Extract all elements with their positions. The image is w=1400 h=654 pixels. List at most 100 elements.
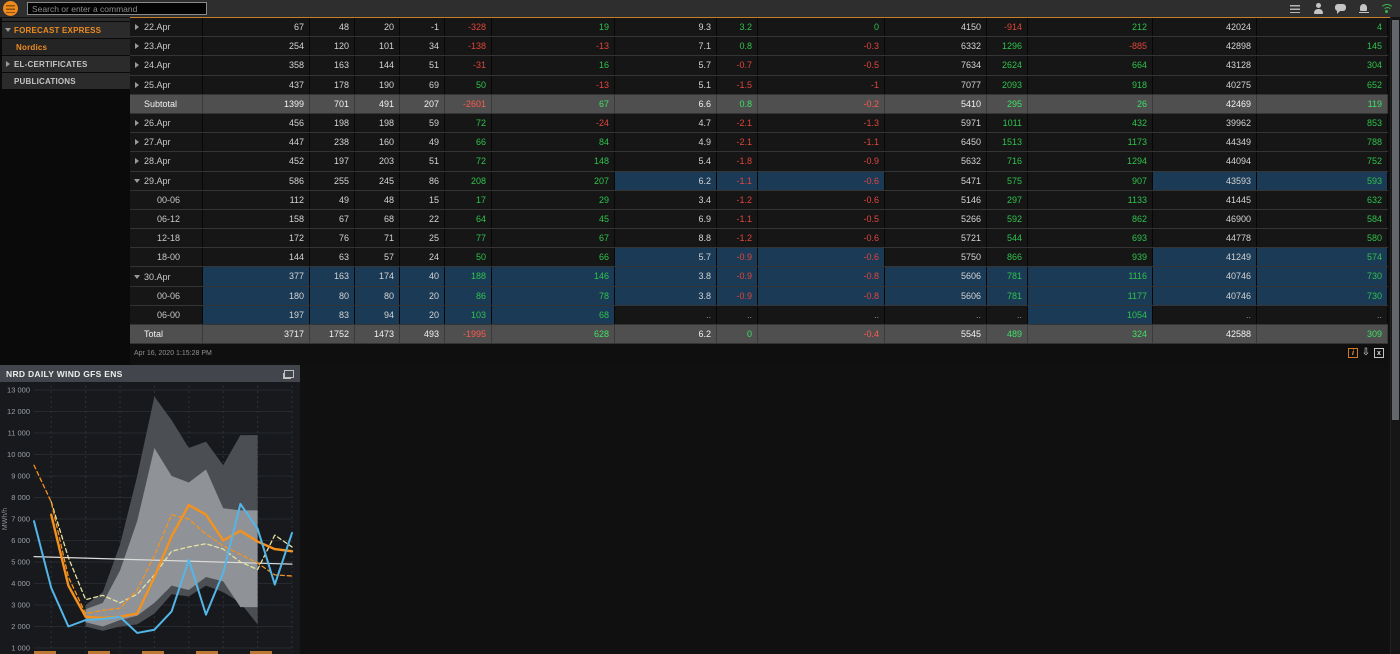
sidebar-item-el-certificates[interactable]: EL-CERTIFICATES <box>2 56 131 73</box>
table-cell: -0.5 <box>758 56 885 74</box>
table-cell: 144 <box>355 56 400 74</box>
chat-icon[interactable] <box>1334 2 1348 15</box>
table-row[interactable]: 23.Apr25412010134-138-137.10.8-0.3633212… <box>130 37 1388 56</box>
chevron-down-icon[interactable] <box>130 179 144 183</box>
popout-icon[interactable] <box>284 370 294 378</box>
notifications-icon[interactable] <box>1357 2 1371 15</box>
table-cell: 752 <box>1257 152 1388 170</box>
table-cell: -1.8 <box>717 152 758 170</box>
table-cell: .. <box>1153 306 1257 324</box>
row-label: 28.Apr <box>130 152 203 170</box>
chevron-down-icon[interactable] <box>130 275 144 279</box>
user-icon[interactable] <box>1311 2 1325 15</box>
row-label: 23.Apr <box>130 37 203 55</box>
chevron-right-icon[interactable] <box>130 139 144 145</box>
wifi-icon[interactable] <box>1380 2 1394 15</box>
table-cell: 324 <box>1028 325 1153 343</box>
table-cell: 39962 <box>1153 114 1257 132</box>
menu-icon[interactable] <box>1288 2 1302 15</box>
table-row[interactable]: 28.Apr45219720351721485.4-1.8-0.95632716… <box>130 152 1388 171</box>
table-row[interactable]: 25.Apr4371781906950-135.1-1.5-1707720939… <box>130 76 1388 95</box>
sidebar-item-nordics[interactable]: Nordics <box>2 39 131 56</box>
table-cell: 489 <box>987 325 1028 343</box>
svg-text:8 000: 8 000 <box>11 493 30 502</box>
table-cell: 632 <box>1257 191 1388 209</box>
info-icon[interactable]: i <box>1348 348 1358 358</box>
table-cell: 48 <box>355 191 400 209</box>
table-row[interactable]: 27.Apr4472381604966844.9-2.1-1.164501513… <box>130 133 1388 152</box>
table-row[interactable]: Total371717521473493-19956286.20-0.45545… <box>130 325 1388 344</box>
table-cell: 730 <box>1257 267 1388 285</box>
row-label: 22.Apr <box>130 18 203 36</box>
chevron-right-icon[interactable] <box>130 62 144 68</box>
excel-export-icon[interactable]: x <box>1374 348 1384 358</box>
table-cell: 1011 <box>987 114 1028 132</box>
table-cell: 716 <box>987 152 1028 170</box>
table-row[interactable]: Subtotal1399701491207-2601676.60.8-0.254… <box>130 95 1388 114</box>
table-row[interactable]: 26.Apr4561981985972-244.7-2.1-1.35971101… <box>130 114 1388 133</box>
table-cell: 0 <box>717 325 758 343</box>
table-cell: -1995 <box>445 325 492 343</box>
table-cell: 146 <box>492 267 615 285</box>
table-cell: 80 <box>355 287 400 305</box>
table-cell: 853 <box>1257 114 1388 132</box>
table-row[interactable]: 06-0019783942010368..........1054.... <box>130 306 1388 325</box>
chevron-down-icon[interactable] <box>2 28 14 32</box>
table-cell: 20 <box>355 18 400 36</box>
svg-text:2 000: 2 000 <box>11 622 30 631</box>
table-cell: 86 <box>445 287 492 305</box>
table-cell: 297 <box>987 191 1028 209</box>
table-cell: 1054 <box>1028 306 1153 324</box>
table-row[interactable]: 00-0611249481517293.4-1.2-0.651462971133… <box>130 191 1388 210</box>
table-cell: 29 <box>492 191 615 209</box>
vertical-scrollbar[interactable] <box>1390 17 1400 654</box>
table-cell: 40275 <box>1153 76 1257 94</box>
table-cell: -0.6 <box>758 229 885 247</box>
table-row[interactable]: 06-1215867682264456.9-1.1-0.552665928624… <box>130 210 1388 229</box>
table-row[interactable]: 22.Apr674820-1-328199.33.204150-91421242… <box>130 18 1388 37</box>
chart-panel-header: NRD DAILY WIND GFS ENS <box>0 365 300 382</box>
row-label: 12-18 <box>130 229 203 247</box>
table-cell: 41249 <box>1153 248 1257 266</box>
chevron-right-icon[interactable] <box>130 24 144 30</box>
row-label: Subtotal <box>130 95 203 113</box>
table-cell: 1399 <box>203 95 310 113</box>
table-cell: 188 <box>445 267 492 285</box>
table-cell: 1173 <box>1028 133 1153 151</box>
table-cell: 664 <box>1028 56 1153 74</box>
chart-canvas: 13 00012 00011 00010 0009 0008 0007 0006… <box>0 382 300 654</box>
table-cell: 207 <box>400 95 445 113</box>
table-cell: 452 <box>203 152 310 170</box>
app-logo-icon[interactable] <box>3 1 18 16</box>
table-cell: -0.9 <box>717 267 758 285</box>
table-row[interactable]: 12-1817276712577678.8-1.2-0.657215446934… <box>130 229 1388 248</box>
search-input[interactable] <box>27 2 207 15</box>
table-cell: 46900 <box>1153 210 1257 228</box>
chevron-right-icon[interactable] <box>130 120 144 126</box>
sidebar-item-publications[interactable]: PUBLICATIONS <box>2 73 131 90</box>
table-row[interactable]: 24.Apr35816314451-31165.7-0.7-0.57634262… <box>130 56 1388 75</box>
table-cell: 7077 <box>885 76 987 94</box>
scrollbar-thumb[interactable] <box>1392 20 1399 420</box>
chevron-right-icon[interactable] <box>130 158 144 164</box>
chart-title: NRD DAILY WIND GFS ENS <box>6 369 123 379</box>
table-row[interactable]: 29.Apr586255245862082076.2-1.1-0.6547157… <box>130 172 1388 191</box>
table-cell: 103 <box>445 306 492 324</box>
table-cell: 34 <box>400 37 445 55</box>
table-cell: 43593 <box>1153 172 1257 190</box>
table-cell: 67 <box>492 229 615 247</box>
chevron-right-icon[interactable] <box>2 61 14 67</box>
chevron-right-icon[interactable] <box>130 82 144 88</box>
table-row[interactable]: 18-0014463572450665.7-0.9-0.657508669394… <box>130 248 1388 267</box>
table-cell: 6.9 <box>615 210 717 228</box>
sidebar-item-forecast-express[interactable]: FORECAST EXPRESS <box>2 22 131 39</box>
table-cell: 72 <box>445 114 492 132</box>
table-cell: 50 <box>445 76 492 94</box>
download-icon[interactable]: ⇩ <box>1361 348 1371 358</box>
table-cell: 1177 <box>1028 287 1153 305</box>
table-cell: 918 <box>1028 76 1153 94</box>
table-cell: 208 <box>445 172 492 190</box>
chevron-right-icon[interactable] <box>130 43 144 49</box>
table-row[interactable]: 30.Apr377163174401881463.8-0.9-0.8560678… <box>130 267 1388 286</box>
table-row[interactable]: 00-0618080802086783.8-0.9-0.856067811177… <box>130 287 1388 306</box>
